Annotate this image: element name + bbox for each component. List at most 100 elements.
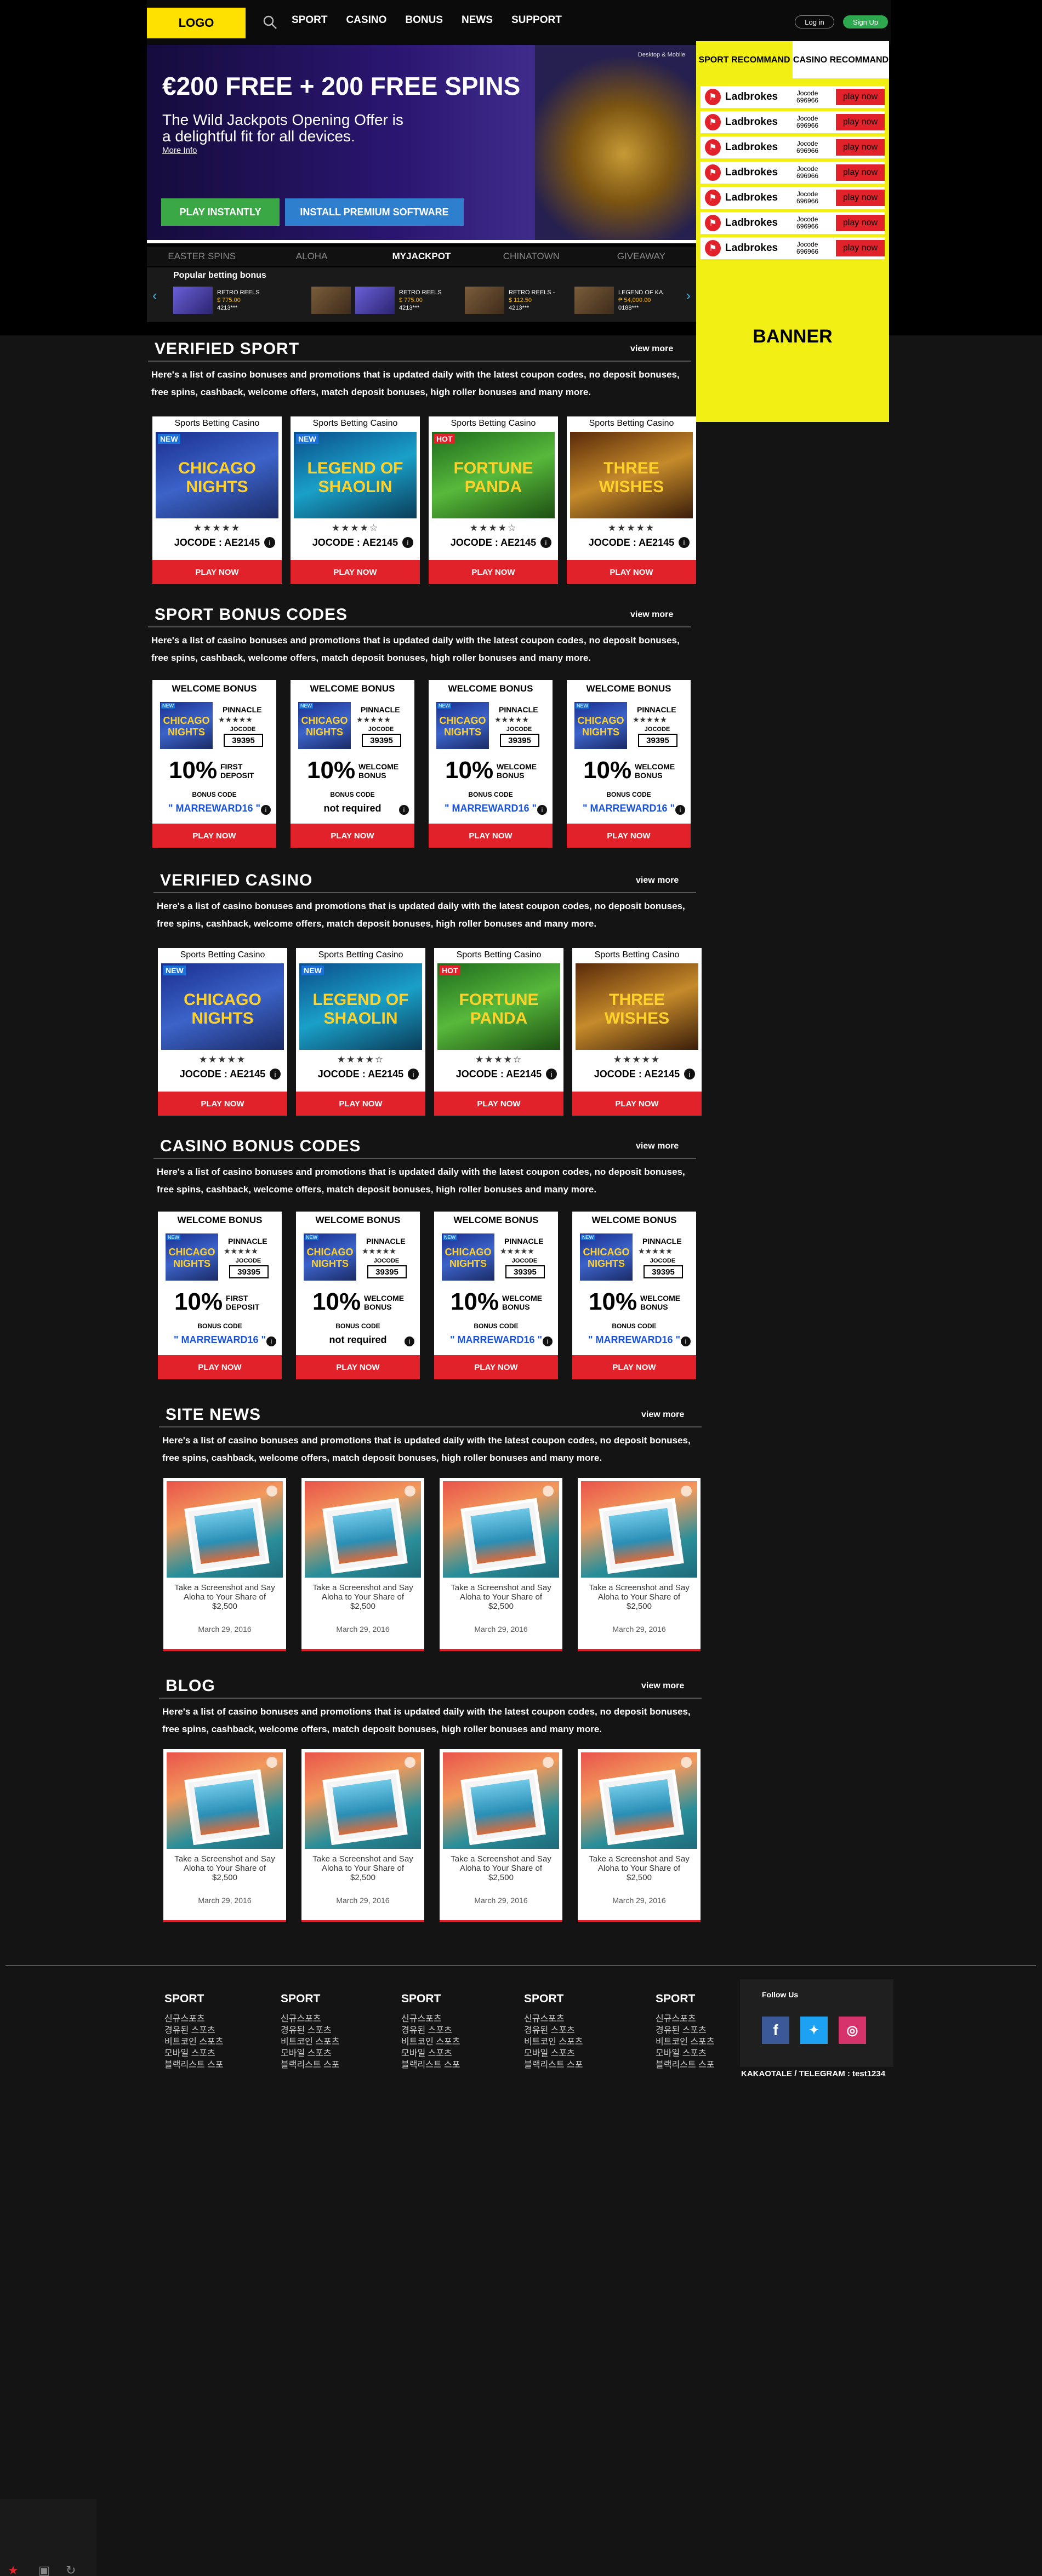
bonus-card[interactable]: WELCOME BONUS CHICAGO NIGHTS NEW PINNACLE ★★… [296, 1212, 420, 1379]
popular-item[interactable] [311, 285, 351, 316]
info-icon[interactable]: i [399, 805, 409, 815]
info-icon[interactable]: i [546, 1069, 557, 1079]
share-icon[interactable] [681, 1757, 692, 1768]
game-card[interactable]: Sports Betting Casino LEGEND OF SHAOLIN NE… [291, 416, 420, 584]
news-card[interactable]: Take a Screenshot and Say Aloha to Your … [163, 1478, 286, 1651]
footer-link[interactable]: 경유된 스포츠 [281, 2025, 340, 2036]
game-image[interactable]: THREE WISHES [570, 432, 693, 518]
share-icon[interactable] [405, 1757, 415, 1768]
play-now-button[interactable]: play now [835, 240, 885, 256]
recommend-row[interactable]: ⚑ Ladbrokes Jocode 696966 play now [701, 136, 885, 158]
game-card[interactable]: Sports Betting Casino FORTUNE PANDA HOT ★★★… [434, 948, 563, 1116]
recommend-row[interactable]: ⚑ Ladbrokes Jocode 696966 play now [701, 111, 885, 133]
nav-sport[interactable]: SPORT [292, 14, 327, 26]
search-icon[interactable] [262, 14, 278, 31]
nav-news[interactable]: NEWS [462, 14, 493, 26]
news-image[interactable] [581, 1752, 697, 1849]
play-now-button[interactable]: PLAY NOW [572, 1092, 702, 1116]
share-icon[interactable] [405, 1486, 415, 1497]
news-image[interactable] [167, 1481, 283, 1578]
footer-link[interactable]: 신규스포츠 [656, 2013, 715, 2025]
play-now-button[interactable]: PLAY NOW [429, 824, 553, 848]
play-now-button[interactable]: PLAY NOW [567, 560, 696, 584]
footer-link[interactable]: 비트코인 스포츠 [281, 2036, 340, 2048]
image-icon[interactable]: ▣ [38, 2563, 50, 2576]
view-more-link[interactable]: view more [630, 610, 673, 620]
footer-link[interactable]: 모바일 스포츠 [164, 2048, 224, 2059]
play-now-button[interactable]: PLAY NOW [567, 824, 691, 848]
share-icon[interactable] [681, 1486, 692, 1497]
info-icon[interactable]: i [408, 1069, 419, 1079]
login-button[interactable]: Log in [795, 15, 834, 28]
info-icon[interactable]: i [402, 537, 413, 548]
play-now-button[interactable]: play now [835, 190, 885, 206]
footer-link[interactable]: 신규스포츠 [401, 2013, 460, 2025]
view-more-link[interactable]: view more [641, 1681, 684, 1691]
info-icon[interactable]: i [679, 537, 690, 548]
popular-item[interactable]: LEGEND OF KA ₱ 54,000.00 0188*** [574, 285, 663, 316]
footer-link[interactable]: 모바일 스포츠 [656, 2048, 715, 2059]
play-now-button[interactable]: PLAY NOW [296, 1092, 425, 1116]
share-icon[interactable] [543, 1757, 554, 1768]
info-icon[interactable]: i [540, 537, 551, 548]
refresh-icon[interactable]: ↻ [66, 2563, 76, 2576]
bonus-card[interactable]: WELCOME BONUS CHICAGO NIGHTS NEW PINNACLE ★★… [572, 1212, 696, 1379]
share-icon[interactable] [266, 1486, 277, 1497]
tab-sport-recommand[interactable]: SPORT RECOMMAND [696, 41, 793, 78]
footer-link[interactable]: 모바일 스포츠 [281, 2048, 340, 2059]
play-now-button[interactable]: play now [835, 89, 885, 105]
star-icon[interactable]: ★ [8, 2563, 19, 2576]
bonus-card[interactable]: WELCOME BONUS CHICAGO NIGHTS NEW PINNACLE ★★… [567, 680, 691, 848]
game-card[interactable]: Sports Betting Casino THREE WISHES ★★★★★ JO… [567, 416, 696, 584]
news-image[interactable] [167, 1752, 283, 1849]
view-more-link[interactable]: view more [636, 876, 679, 886]
bonus-card[interactable]: WELCOME BONUS CHICAGO NIGHTS NEW PINNACLE ★★… [434, 1212, 558, 1379]
tab-myjackpot[interactable]: MYJACKPOT [367, 247, 476, 266]
news-card[interactable]: Take a Screenshot and Say Aloha to Your … [578, 1749, 701, 1922]
play-now-button[interactable]: PLAY NOW [158, 1092, 287, 1116]
footer-link[interactable]: 블랙리스트 스포 [401, 2059, 460, 2071]
footer-link[interactable]: 블랙리스트 스포 [281, 2059, 340, 2071]
info-icon[interactable]: i [684, 1069, 695, 1079]
news-image[interactable] [305, 1481, 421, 1578]
news-card[interactable]: Take a Screenshot and Say Aloha to Your … [578, 1478, 701, 1651]
info-icon[interactable]: i [681, 1336, 691, 1346]
recommend-row[interactable]: ⚑ Ladbrokes Jocode 696966 play now [701, 86, 885, 108]
news-image[interactable] [443, 1481, 559, 1578]
footer-link[interactable]: 블랙리스트 스포 [524, 2059, 583, 2071]
nav-bonus[interactable]: BONUS [405, 14, 443, 26]
share-icon[interactable] [543, 1486, 554, 1497]
tab-casino-recommand[interactable]: CASINO RECOMMAND [793, 41, 889, 78]
news-card[interactable]: Take a Screenshot and Say Aloha to Your … [163, 1749, 286, 1922]
footer-link[interactable]: 비트코인 스포츠 [401, 2036, 460, 2048]
news-card[interactable]: Take a Screenshot and Say Aloha to Your … [440, 1478, 562, 1651]
footer-link[interactable]: 신규스포츠 [524, 2013, 583, 2025]
news-image[interactable] [581, 1481, 697, 1578]
view-more-link[interactable]: view more [636, 1141, 679, 1151]
footer-link[interactable]: 비트코인 스포츠 [524, 2036, 583, 2048]
recommend-row[interactable]: ⚑ Ladbrokes Jocode 696966 play now [701, 212, 885, 234]
recommend-row[interactable]: ⚑ Ladbrokes Jocode 696966 play now [701, 162, 885, 184]
chevron-right-icon[interactable]: › [686, 287, 691, 304]
game-image[interactable]: THREE WISHES [576, 963, 698, 1050]
tab-aloha[interactable]: ALOHA [257, 247, 366, 266]
game-card[interactable]: Sports Betting Casino FORTUNE PANDA HOT ★★★… [429, 416, 558, 584]
view-more-link[interactable]: view more [641, 1410, 684, 1420]
info-icon[interactable]: i [264, 537, 275, 548]
info-icon[interactable]: i [543, 1336, 553, 1346]
footer-link[interactable]: 신규스포츠 [164, 2013, 224, 2025]
play-now-button[interactable]: PLAY NOW [152, 560, 282, 584]
popular-item[interactable]: RETRO REELS $ 775.00 4213*** [355, 285, 442, 316]
play-instantly-button[interactable]: PLAY INSTANTLY [161, 198, 280, 226]
banner-placeholder[interactable]: BANNER [696, 326, 889, 347]
bonus-card[interactable]: WELCOME BONUS CHICAGO NIGHTS NEW PINNACLE ★★… [152, 680, 276, 848]
game-card[interactable]: Sports Betting Casino LEGEND OF SHAOLIN NE… [296, 948, 425, 1116]
play-now-button[interactable]: PLAY NOW [572, 1355, 696, 1379]
tab-giveaway[interactable]: GIVEAWAY [587, 247, 696, 266]
news-card[interactable]: Take a Screenshot and Say Aloha to Your … [440, 1749, 562, 1922]
info-icon[interactable]: i [405, 1336, 414, 1346]
news-card[interactable]: Take a Screenshot and Say Aloha to Your … [301, 1749, 424, 1922]
footer-link[interactable]: 경유된 스포츠 [656, 2025, 715, 2036]
game-card[interactable]: Sports Betting Casino CHICAGO NIGHTS NEW ★★… [158, 948, 287, 1116]
game-image[interactable]: LEGEND OF SHAOLIN NEW [294, 432, 417, 518]
